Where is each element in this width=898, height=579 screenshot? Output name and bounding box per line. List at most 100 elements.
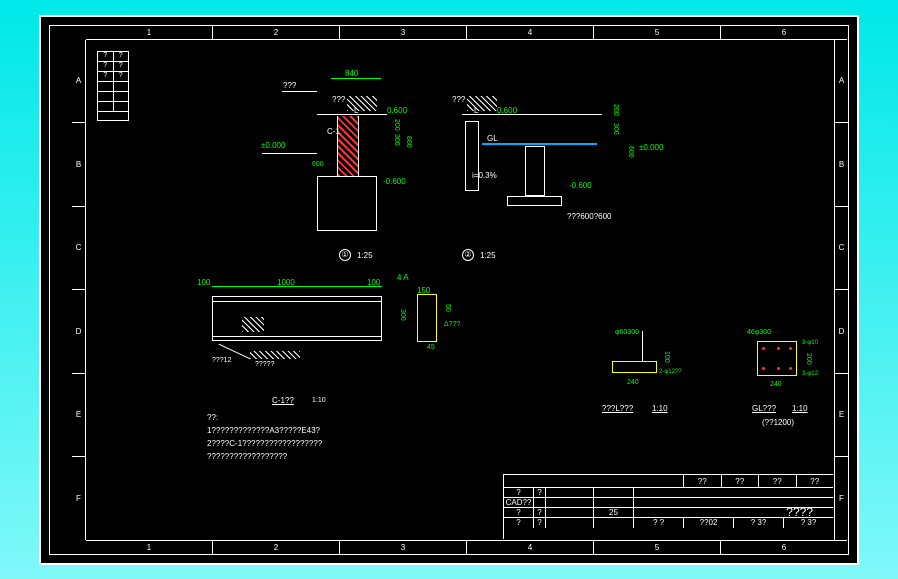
fig2-0600: 0.600 — [497, 106, 517, 115]
fig2-gl-line — [482, 143, 597, 149]
fig2-col-mid — [525, 146, 545, 196]
fig2-300: 300 — [612, 123, 619, 135]
fig5-46300: 46φ300 — [747, 329, 771, 336]
fig5-scale: 1:10 — [792, 404, 808, 413]
tb-r1-v: ? — [534, 488, 546, 497]
ruler-bottom-2: 2 — [213, 541, 340, 554]
ruler-right-D: D — [835, 290, 848, 374]
revision-box: ?? ?? ?? — [97, 51, 129, 121]
fig3-cross — [242, 317, 264, 332]
fig1-hatch — [337, 116, 359, 176]
fig5-box — [757, 341, 797, 376]
tb-r4-c3: ? 3? — [734, 518, 784, 528]
fig2-hatch-label: ??? — [452, 95, 465, 104]
ruler-top-4: 4 — [467, 26, 594, 39]
ruler-bottom-5: 5 — [594, 541, 721, 554]
fig5-top: 3-φ10 — [802, 340, 818, 346]
fig2-hatch-top — [467, 96, 497, 111]
tb-r4-c1: ? ? — [634, 518, 684, 528]
fig5-rb5 — [777, 367, 780, 370]
ruler-bottom: 1 2 3 4 5 6 — [86, 540, 847, 554]
ruler-left-C: C — [72, 207, 85, 291]
ruler-bottom-3: 3 — [340, 541, 467, 554]
dim-840 — [331, 78, 381, 79]
fig3-150: 150 — [417, 286, 430, 295]
ruler-top: 1 2 3 4 5 6 — [86, 26, 847, 40]
dim-1000-line — [212, 286, 382, 287]
notes-l2: 2????C-1?????????????????? — [207, 439, 322, 448]
ruler-bottom-6: 6 — [721, 541, 847, 554]
fig4-100: 100 — [663, 351, 670, 363]
fig5-rb4 — [762, 367, 765, 370]
fig3-100a: 100 — [197, 278, 210, 287]
fig5-240: 240 — [770, 381, 782, 388]
fig1-dim-0600: 0.600 — [387, 106, 407, 115]
fig5-title: GL??? — [752, 404, 776, 413]
ruler-top-5: 5 — [594, 26, 721, 39]
ruler-bottom-4: 4 — [467, 541, 594, 554]
dim-840-text: 840 — [345, 69, 358, 78]
fig3-1000: 1000 — [277, 278, 295, 287]
fig4-title: ???L??? — [602, 404, 633, 413]
fig1-800: 800 — [405, 136, 412, 148]
tb-r4-label: ? — [504, 518, 534, 528]
fig3-note-12: ???12 — [212, 357, 231, 364]
fig2-600v: 600 — [627, 146, 634, 158]
fig1-label-top: ??? — [283, 81, 296, 90]
tb-r1-label: ? — [504, 488, 534, 497]
tb-top-2: ?? — [722, 475, 760, 487]
fig4-col — [642, 331, 643, 361]
fig1-foundation — [317, 176, 377, 231]
ruler-right-F: F — [835, 457, 848, 540]
fig3-delta: Δ??? — [444, 321, 460, 328]
fig5-paren: (??1200) — [762, 418, 794, 427]
fig2-200: 200 — [612, 104, 619, 116]
fig3-scale: 1:10 — [312, 397, 326, 404]
fig1-L: L — [354, 106, 358, 115]
tb-r3-extra: 25 — [594, 508, 634, 517]
tb-r4-v: ? — [534, 518, 546, 528]
fig2-col-left — [465, 121, 479, 191]
fig3-100b: 100 — [367, 278, 380, 287]
ruler-left-E: E — [72, 374, 85, 458]
fig1-300: 300 — [393, 134, 400, 146]
fig2-base: ???600?600 — [567, 212, 612, 221]
fig2-callout-circle: ② — [462, 249, 474, 261]
notes-l1: 1?????????????A3?????E43? — [207, 426, 320, 435]
fig3-bottom-hatch — [250, 351, 300, 359]
ruler-left-F: F — [72, 457, 85, 540]
fig1-scale: 1:25 — [357, 251, 373, 260]
fig2-L: L — [474, 106, 478, 115]
tb-r3-v: ? — [534, 508, 546, 517]
fig3-cross-section — [417, 294, 437, 342]
fig3-h45: 45 — [427, 344, 435, 351]
fig2-footing — [507, 196, 562, 206]
tb-top-4: ?? — [797, 475, 834, 487]
fig5-200: 200 — [805, 353, 812, 365]
fig4-240: 240 — [627, 379, 639, 386]
ruler-left-B: B — [72, 123, 85, 207]
fig2-level0: ±0.000 — [639, 143, 663, 152]
fig4-anchor: 2-φ12?? — [659, 369, 682, 375]
fig1-m600: -0.600 — [383, 177, 406, 186]
ruler-left: A B C D E F — [72, 40, 86, 540]
fig1-callout-circle: ① — [339, 249, 351, 261]
tb-top-1: ?? — [684, 475, 722, 487]
ruler-top-3: 3 — [340, 26, 467, 39]
fig4-plate — [612, 361, 657, 373]
fig4-60300: φ60300 — [615, 329, 639, 336]
fig1-hatch-label: ??? — [332, 95, 345, 104]
fig2-scale: 1:25 — [480, 251, 496, 260]
fig5-rb6 — [789, 367, 792, 370]
ruler-right-C: C — [835, 207, 848, 291]
tb-r4-c2: ??02 — [684, 518, 734, 528]
notes-head: ??: — [207, 413, 218, 422]
ruler-left-D: D — [72, 290, 85, 374]
fig2-m0600: -0.600 — [569, 181, 592, 190]
ruler-bottom-1: 1 — [86, 541, 213, 554]
fig1-grade-line — [317, 114, 387, 115]
ruler-right-A: A — [835, 40, 848, 124]
ruler-right-B: B — [835, 123, 848, 207]
notes-l3: ?????????????????? — [207, 452, 287, 461]
fig1-level0-line — [262, 153, 317, 154]
